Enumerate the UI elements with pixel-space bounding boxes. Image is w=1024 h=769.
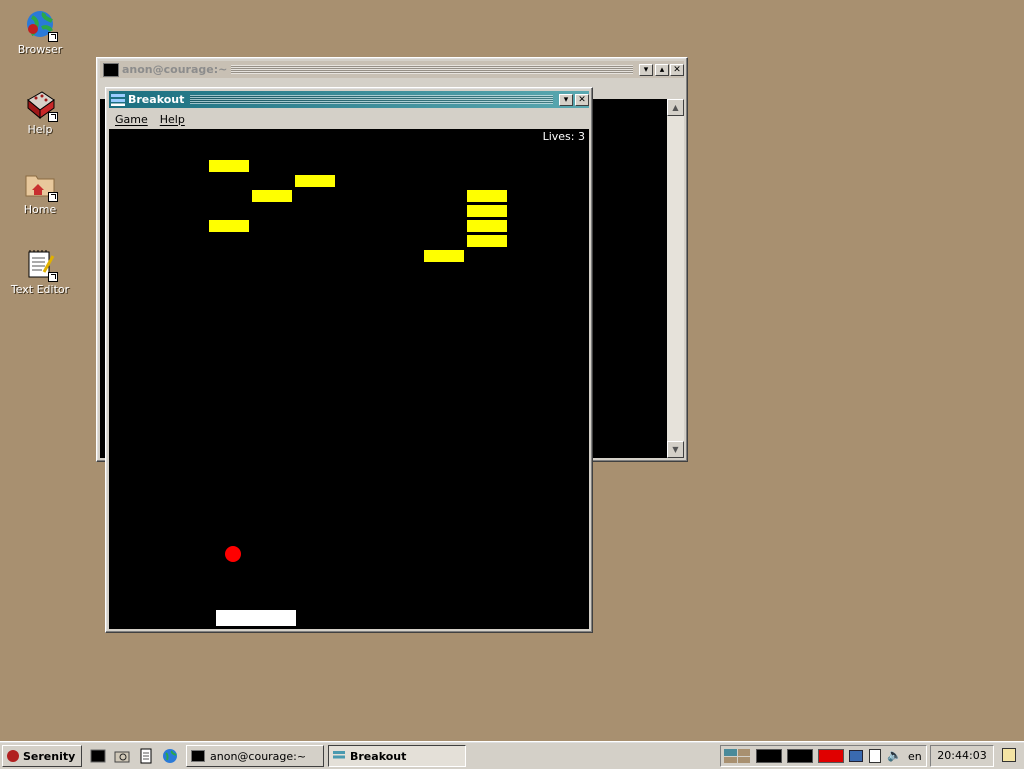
scroll-up-button[interactable]: ▲: [667, 99, 684, 116]
serenity-logo-icon: [7, 750, 19, 762]
browser-icon[interactable]: [162, 748, 178, 764]
brick: [467, 190, 507, 202]
system-tray: 🔈 en: [720, 745, 927, 767]
close-button[interactable]: ✕: [575, 93, 589, 106]
desktop-icon-label: Text Editor: [10, 283, 70, 296]
desktop-icon-text-editor[interactable]: Text Editor: [0, 248, 80, 296]
start-button[interactable]: Serenity: [2, 745, 82, 767]
globe-icon: [24, 8, 58, 42]
lives-counter: Lives: 3: [542, 130, 585, 143]
terminal-icon: [191, 750, 205, 762]
task-label: anon@courage:~: [210, 749, 307, 763]
window-title: Breakout: [128, 93, 185, 106]
audio-icon[interactable]: 🔈: [887, 748, 902, 762]
clipboard-icon[interactable]: [869, 749, 881, 763]
desktop-icon-help[interactable]: Help: [0, 88, 80, 136]
breakout-titlebar[interactable]: Breakout ▾ ✕: [109, 91, 589, 108]
file-manager-icon[interactable]: [114, 748, 130, 764]
taskbar: Serenity anon@courage:~ Breakout 🔈 en 20…: [0, 741, 1024, 769]
text-editor-icon[interactable]: [138, 748, 154, 764]
game-canvas[interactable]: Lives: 3: [109, 129, 589, 629]
clock-time: 20:44:03: [937, 749, 987, 762]
task-label: Breakout: [350, 749, 407, 763]
keymap-indicator[interactable]: en: [908, 750, 922, 763]
breakout-app-icon: [333, 751, 345, 761]
desktop-icon-label: Help: [27, 123, 53, 136]
desktop-icon-label: Browser: [17, 43, 63, 56]
brick: [467, 235, 507, 247]
scroll-down-button[interactable]: ▼: [667, 441, 684, 458]
shortcut-arrow-icon: [48, 192, 58, 202]
menu-game[interactable]: Game: [109, 113, 154, 126]
book-icon: [24, 88, 58, 122]
desktop-icon-browser[interactable]: Browser: [0, 8, 80, 56]
start-label: Serenity: [23, 749, 76, 763]
desktop-icon-label: Home: [23, 203, 57, 216]
brick: [252, 190, 292, 202]
shortcut-arrow-icon: [48, 32, 58, 42]
close-button[interactable]: ✕: [670, 63, 684, 76]
cpu-graph-icon[interactable]: [756, 749, 782, 763]
network-icon[interactable]: [849, 750, 863, 762]
breakout-window[interactable]: Breakout ▾ ✕ Game Help Lives: 3: [105, 87, 593, 633]
minimize-button[interactable]: ▾: [639, 63, 653, 76]
shortcut-arrow-icon: [48, 112, 58, 122]
brick: [295, 175, 335, 187]
terminal-icon[interactable]: [90, 748, 106, 764]
notepad-icon: [24, 248, 58, 282]
brick: [424, 250, 464, 262]
paddle[interactable]: [216, 610, 296, 626]
breakout-app-icon: [111, 93, 125, 106]
folder-home-icon: [24, 168, 58, 202]
minimize-button[interactable]: ▾: [559, 93, 573, 106]
window-title: anon@courage:~: [122, 63, 228, 76]
network-graph-icon[interactable]: [818, 749, 844, 763]
ball: [225, 546, 241, 562]
terminal-titlebar[interactable]: anon@courage:~ ▾ ▴ ✕: [100, 61, 684, 78]
brick: [467, 205, 507, 217]
shortcut-arrow-icon: [48, 272, 58, 282]
terminal-window-icon: [103, 62, 119, 77]
brick: [467, 220, 507, 232]
clock[interactable]: 20:44:03: [930, 745, 994, 767]
menubar: Game Help: [109, 109, 589, 129]
brick: [209, 220, 249, 232]
menu-help[interactable]: Help: [154, 113, 191, 126]
task-button-breakout[interactable]: Breakout: [328, 745, 466, 767]
vertical-scrollbar[interactable]: ▲ ▼: [667, 99, 684, 458]
brick: [209, 160, 249, 172]
maximize-button[interactable]: ▴: [655, 63, 669, 76]
memory-graph-icon[interactable]: [787, 749, 813, 763]
task-button-terminal[interactable]: anon@courage:~: [186, 745, 324, 767]
notes-icon[interactable]: [1002, 748, 1016, 762]
desktop-icon-home[interactable]: Home: [0, 168, 80, 216]
workspace-switcher-icon[interactable]: [724, 749, 750, 763]
